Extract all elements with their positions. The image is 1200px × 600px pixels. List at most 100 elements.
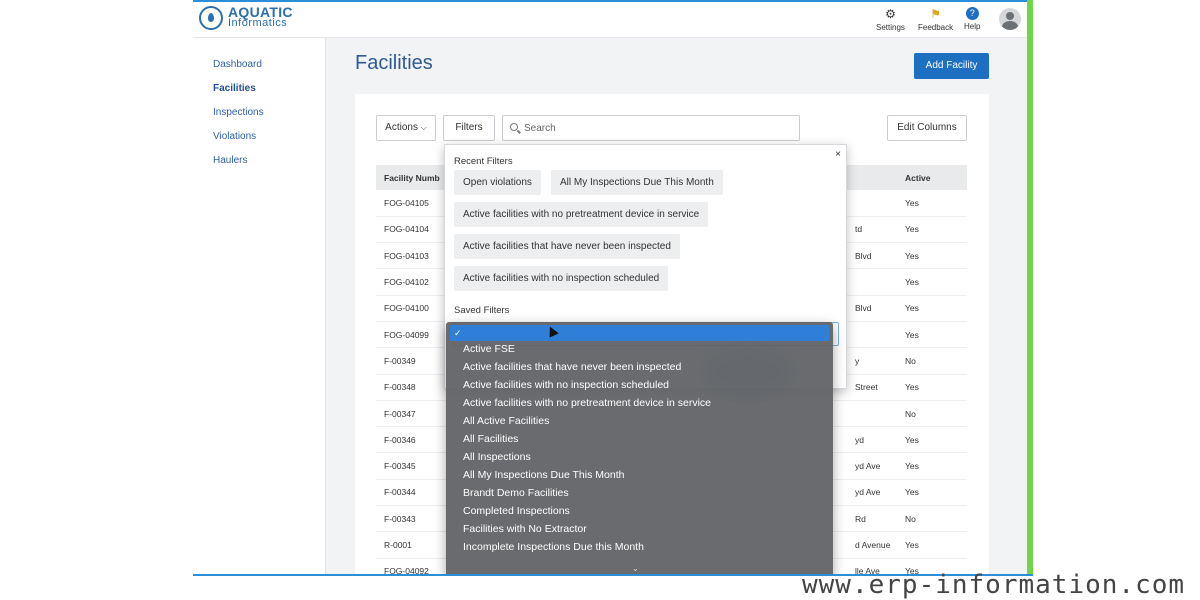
dropdown-option[interactable]: Active facilities with no pretreatment d… [463,397,711,409]
table-cell: Yes [897,216,967,244]
edit-columns-button[interactable]: Edit Columns [887,115,967,141]
table-cell: FOG-04099 [376,321,444,349]
table-cell: Street [847,374,897,401]
dropdown-option[interactable]: Completed Inspections [463,505,570,517]
table-cell: Yes [897,295,967,322]
table-cell: No [897,400,967,428]
table-cell: FOG-04104 [376,216,444,244]
brand-text: AQUATIC Informatics [228,5,293,29]
table-cell: y [847,347,897,375]
table-cell: Yes [897,452,967,480]
table-cell: FOG-04100 [376,295,444,322]
table-cell: Blvd [847,295,897,322]
table-cell: yd Ave [847,452,897,480]
column-header[interactable]: Facility Numb [376,165,444,190]
recent-filter-chip[interactable]: Active facilities with no pretreatment d… [454,202,709,227]
recent-filter-chip[interactable]: Active facilities that have never been i… [454,234,680,259]
app-window: AQUATIC Informatics ⚙ Settings ⚑ Feedbac… [193,0,1033,576]
recent-filters-label: Recent Filters [454,156,513,167]
side-accent-stripe [1027,0,1033,576]
flag-icon: ⚑ [930,7,941,21]
table-cell: Yes [897,321,967,349]
close-icon[interactable]: × [835,149,841,160]
table-cell: FOG-04103 [376,242,444,270]
help-label: Help [964,22,981,31]
dropdown-option[interactable]: All Active Facilities [463,415,549,427]
feedback-button[interactable]: ⚑ Feedback [918,7,953,32]
sidebar-item-facilities[interactable]: Facilities [213,83,256,94]
dropdown-selected-option[interactable]: ✓ [450,325,829,341]
dropdown-option[interactable]: Active FSE [463,343,515,355]
sidebar-item-haulers[interactable]: Haulers [213,155,247,166]
sidebar-item-violations[interactable]: Violations [213,131,256,142]
table-cell: F-00343 [376,505,444,533]
saved-filters-label: Saved Filters [454,305,510,316]
table-cell: F-00349 [376,347,444,375]
table-cell: Rd [847,505,897,533]
table-cell [847,268,897,296]
table-cell: F-00344 [376,479,444,507]
table-cell: F-00347 [376,400,444,428]
table-cell: FOG-04102 [376,268,444,296]
table-cell: F-00348 [376,374,444,401]
table-cell: d Avenue [847,531,897,559]
settings-button[interactable]: ⚙ Settings [876,7,905,32]
watermark-text: www.erp-information.com [802,570,1186,600]
table-cell: Yes [897,531,967,559]
user-avatar[interactable] [999,8,1021,30]
dropdown-option[interactable]: Incomplete Inspections Due this Month [463,541,644,553]
recent-filter-chip[interactable]: All My Inspections Due This Month [551,170,723,195]
table-cell: Yes [897,242,967,270]
scroll-down-icon[interactable]: ⌄ [632,564,639,573]
table-cell: Yes [897,374,967,401]
table-cell: Yes [897,426,967,454]
sidebar-item-inspections[interactable]: Inspections [213,107,264,118]
feedback-label: Feedback [918,23,954,32]
dropdown-option[interactable]: All Inspections [463,451,531,463]
help-icon: ? [965,7,979,20]
dropdown-option[interactable]: Active facilities with no inspection sch… [463,379,669,391]
table-cell: Yes [897,479,967,507]
actions-button[interactable]: Actions ⌵ [376,115,436,141]
table-cell: Yes [897,190,967,217]
table-cell: F-00345 [376,452,444,480]
filters-button[interactable]: Filters [443,115,495,141]
sidebar: Dashboard Facilities Inspections Violati… [193,38,326,576]
table-cell: td [847,216,897,244]
table-cell [847,400,897,428]
dropdown-option[interactable]: Active facilities that have never been i… [463,361,681,373]
top-bar: AQUATIC Informatics ⚙ Settings ⚑ Feedbac… [193,2,1027,38]
dropdown-option[interactable]: Brandt Demo Facilities [463,487,569,499]
add-facility-button[interactable]: Add Facility [914,53,989,79]
table-cell [847,190,897,217]
column-header[interactable]: Active [897,165,967,190]
brand-line2: Informatics [228,17,288,29]
column-header[interactable] [847,165,897,190]
table-cell: No [897,505,967,533]
dropdown-option[interactable]: All My Inspections Due This Month [463,469,624,481]
search-placeholder: Search [524,123,556,134]
recent-filter-chip[interactable]: Active facilities with no inspection sch… [454,266,669,291]
chevron-down-icon: ⌵ [420,123,427,132]
saved-filters-dropdown-list: ✓ Active FSE Active facilities that have … [446,322,833,576]
page-title: Facilities [355,52,433,74]
search-input[interactable]: Search [502,115,800,141]
search-icon [510,123,518,131]
dropdown-option[interactable]: All Facilities [463,433,518,445]
screenshot-stage: AQUATIC Informatics ⚙ Settings ⚑ Feedbac… [0,0,1200,600]
table-cell: FOG-04105 [376,190,444,217]
table-cell: yd Ave [847,479,897,507]
table-cell: F-00346 [376,426,444,454]
table-cell [847,321,897,349]
actions-label: Actions [385,122,418,133]
sidebar-item-dashboard[interactable]: Dashboard [213,59,262,70]
brand-logo[interactable]: AQUATIC Informatics [199,5,293,30]
help-button[interactable]: ? Help [964,7,980,31]
table-cell: yd [847,426,897,454]
recent-filter-chip[interactable]: Open violations [454,170,541,195]
settings-label: Settings [876,23,905,32]
table-cell: R-0001 [376,531,444,559]
table-cell: No [897,347,967,375]
table-cell: Blvd [847,242,897,270]
dropdown-option[interactable]: Facilities with No Extractor [463,523,587,535]
